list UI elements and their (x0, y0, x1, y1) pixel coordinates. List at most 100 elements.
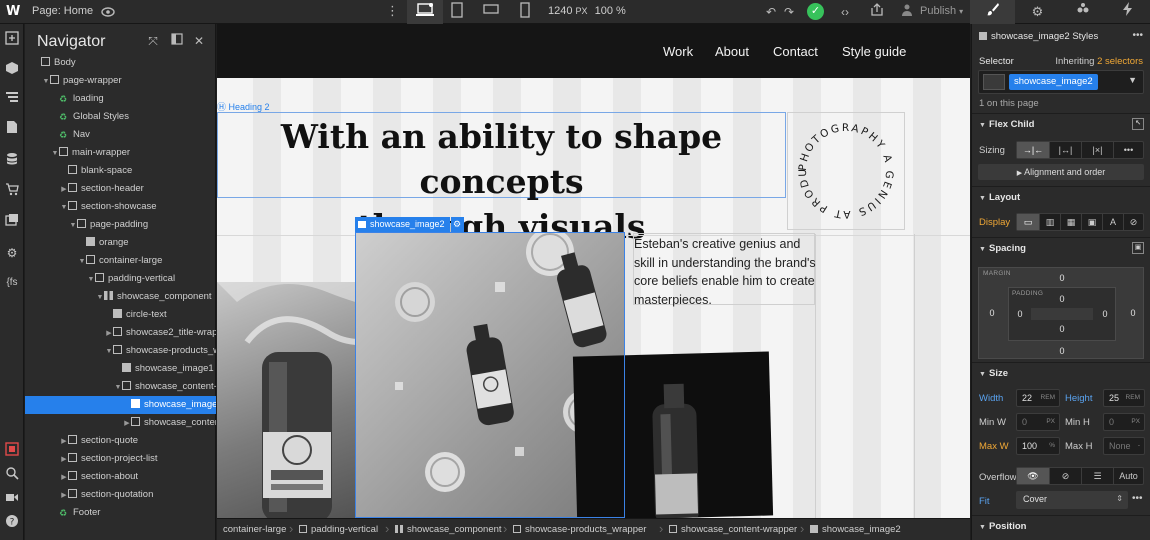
caret-right-icon[interactable]: ▶ (60, 181, 68, 198)
nav-link-style-guide[interactable]: Style guide (842, 44, 906, 59)
breadcrumb-item[interactable]: showcase_image2 (810, 524, 901, 535)
tree-item-section-showcase[interactable]: ▼ section-showcase (25, 198, 216, 216)
padding-right[interactable]: 0 (1099, 309, 1111, 319)
showcase-paragraph[interactable]: Esteban's creative genius and skill in u… (634, 235, 816, 309)
close-icon[interactable]: ✕ (191, 33, 207, 49)
caret-down-icon[interactable]: ▼ (87, 271, 95, 288)
variables-fs-icon[interactable]: {fs (3, 274, 21, 292)
tree-item-loading[interactable]: ♻ loading (25, 90, 216, 108)
alignment-order-button[interactable]: ▶ Alignment and order (978, 164, 1144, 180)
circle-text[interactable]: PHOTOGRAPHY A GENIUS AT PRODUCT (787, 112, 905, 230)
width-input[interactable]: 22 REM (1016, 389, 1060, 407)
mobile-portrait-icon[interactable] (515, 2, 535, 22)
nav-link-work[interactable]: Work (663, 44, 693, 59)
min-height-unit[interactable]: PX (1131, 418, 1140, 425)
tree-item-section-project-list[interactable]: ▶ section-project-list (25, 450, 216, 468)
tree-item-page-padding[interactable]: ▼ page-padding (25, 216, 216, 234)
selector-chip[interactable]: showcase_image2 (1009, 74, 1098, 90)
chevron-down-icon[interactable]: ▼ (1128, 75, 1137, 85)
page-selector[interactable]: Page: Home (32, 5, 93, 17)
caret-right-icon[interactable]: ▶ (123, 415, 131, 432)
overflow-auto-button[interactable]: Auto (1113, 468, 1143, 484)
display-inline-block-button[interactable]: ▣ (1081, 214, 1102, 230)
display-flex-button[interactable]: ▥ (1039, 214, 1060, 230)
record-stop-icon[interactable] (3, 442, 21, 460)
tree-item-section-quote[interactable]: ▶ section-quote (25, 432, 216, 450)
sizing-more-button[interactable]: ••• (1113, 142, 1143, 158)
height-input[interactable]: 25 REM (1103, 389, 1145, 407)
tree-item-showcase-image1[interactable]: showcase_image1 (25, 360, 216, 378)
tree-item-showcase2-title-wrappe[interactable]: ▶ showcase2_title-wrappe (25, 324, 216, 342)
breadcrumb-item[interactable]: padding-vertical (299, 524, 378, 535)
code-icon[interactable]: ‹› (836, 3, 854, 21)
components-cube-icon[interactable] (3, 61, 21, 79)
export-icon[interactable] (868, 3, 886, 21)
width-unit[interactable]: REM (1041, 394, 1055, 401)
sizing-shrink-button[interactable]: →|← (1017, 142, 1049, 158)
padding-top[interactable]: 0 (1056, 294, 1068, 304)
min-width-unit[interactable]: PX (1046, 418, 1055, 425)
margin-right[interactable]: 0 (1127, 308, 1139, 318)
fit-more-options-icon[interactable]: ••• (1132, 493, 1143, 504)
ecommerce-cart-icon[interactable] (3, 182, 21, 200)
caret-down-icon[interactable]: ▼ (105, 343, 113, 360)
section-spacing[interactable]: ▼ Spacing ▣ (972, 237, 1150, 259)
tree-item-showcase-image2[interactable]: showcase_image2 (25, 396, 216, 414)
overflow-hidden-button[interactable]: ⊘ (1049, 468, 1081, 484)
navigator-icon[interactable] (3, 90, 21, 108)
breadcrumb-item[interactable]: showcase_component (395, 524, 502, 535)
caret-right-icon[interactable]: ▶ (105, 325, 113, 342)
sizing-none-button[interactable]: |×| (1081, 142, 1113, 158)
style-brush-tab-icon[interactable] (970, 0, 1015, 24)
element-settings-gear-icon[interactable]: ⚙ (450, 217, 464, 232)
caret-right-icon[interactable]: ▶ (60, 487, 68, 504)
selected-element-tag[interactable]: showcase_image2 ⚙ (355, 217, 464, 232)
tree-item-main-wrapper[interactable]: ▼ main-wrapper (25, 144, 216, 162)
caret-down-icon[interactable]: ▼ (60, 199, 68, 216)
height-unit[interactable]: REM (1126, 394, 1140, 401)
tree-item-orange[interactable]: orange (25, 234, 216, 252)
caret-right-icon[interactable]: ▶ (60, 451, 68, 468)
caret-down-icon[interactable]: ▼ (51, 145, 59, 162)
settings-gear-icon[interactable]: ⚙ (3, 244, 21, 262)
caret-right-icon[interactable]: ▶ (60, 469, 68, 486)
padding-bottom[interactable]: 0 (1056, 324, 1068, 334)
tree-item-container-large[interactable]: ▼ container-large (25, 252, 216, 270)
margin-top[interactable]: 0 (1056, 273, 1068, 283)
undo-icon[interactable]: ↶ (762, 3, 780, 21)
caret-down-icon[interactable]: ▼ (96, 289, 104, 306)
tree-item-global-styles[interactable]: ♻ Global Styles (25, 108, 216, 126)
min-height-input[interactable]: 0 PX (1103, 413, 1145, 431)
preview-eye-icon[interactable] (100, 4, 116, 20)
tree-item-nav[interactable]: ♻ Nav (25, 126, 216, 144)
expand-flex-child-icon[interactable]: ↖ (1132, 118, 1144, 130)
caret-down-icon[interactable]: ▼ (78, 253, 86, 270)
bolt-tab-icon[interactable] (1105, 0, 1150, 24)
webflow-logo[interactable]: W (6, 4, 22, 20)
breadcrumb-item[interactable]: showcase_content-wrapper (669, 524, 797, 535)
spacing-options-icon[interactable]: ▣ (1132, 242, 1144, 254)
caret-down-icon[interactable]: ▼ (69, 217, 77, 234)
search-icon[interactable] (3, 466, 21, 484)
nav-link-about[interactable]: About (715, 44, 749, 59)
tablet-breakpoint-icon[interactable] (447, 2, 467, 22)
overflow-visible-button[interactable]: 👁 (1017, 468, 1049, 484)
padding-left[interactable]: 0 (1014, 309, 1026, 319)
interactions-drops-tab-icon[interactable] (1060, 0, 1105, 24)
section-size[interactable]: ▼ Size (972, 362, 1150, 384)
inheriting-info[interactable]: Inheriting 2 selectors (1055, 56, 1143, 67)
max-height-unit[interactable]: - (1138, 442, 1140, 449)
breadcrumb-item[interactable]: showcase-products_wrapper (513, 524, 646, 535)
tree-item-body[interactable]: Body (25, 54, 216, 72)
section-flex-child[interactable]: ▼ Flex Child ↖ (972, 113, 1150, 135)
tree-item-showcase-products-wra[interactable]: ▼ showcase-products_wra (25, 342, 216, 360)
pages-icon[interactable] (3, 120, 21, 138)
tree-item-section-about[interactable]: ▶ section-about (25, 468, 216, 486)
tree-item-circle-text[interactable]: circle-text (25, 306, 216, 324)
caret-down-icon[interactable]: ▼ (114, 379, 122, 396)
mobile-landscape-icon[interactable] (481, 2, 501, 22)
breadcrumb-item[interactable]: container-large (223, 524, 286, 535)
max-height-input[interactable]: None - (1103, 437, 1145, 455)
caret-down-icon[interactable]: ▼ (42, 73, 50, 90)
desktop-breakpoint-icon[interactable] (415, 2, 435, 22)
